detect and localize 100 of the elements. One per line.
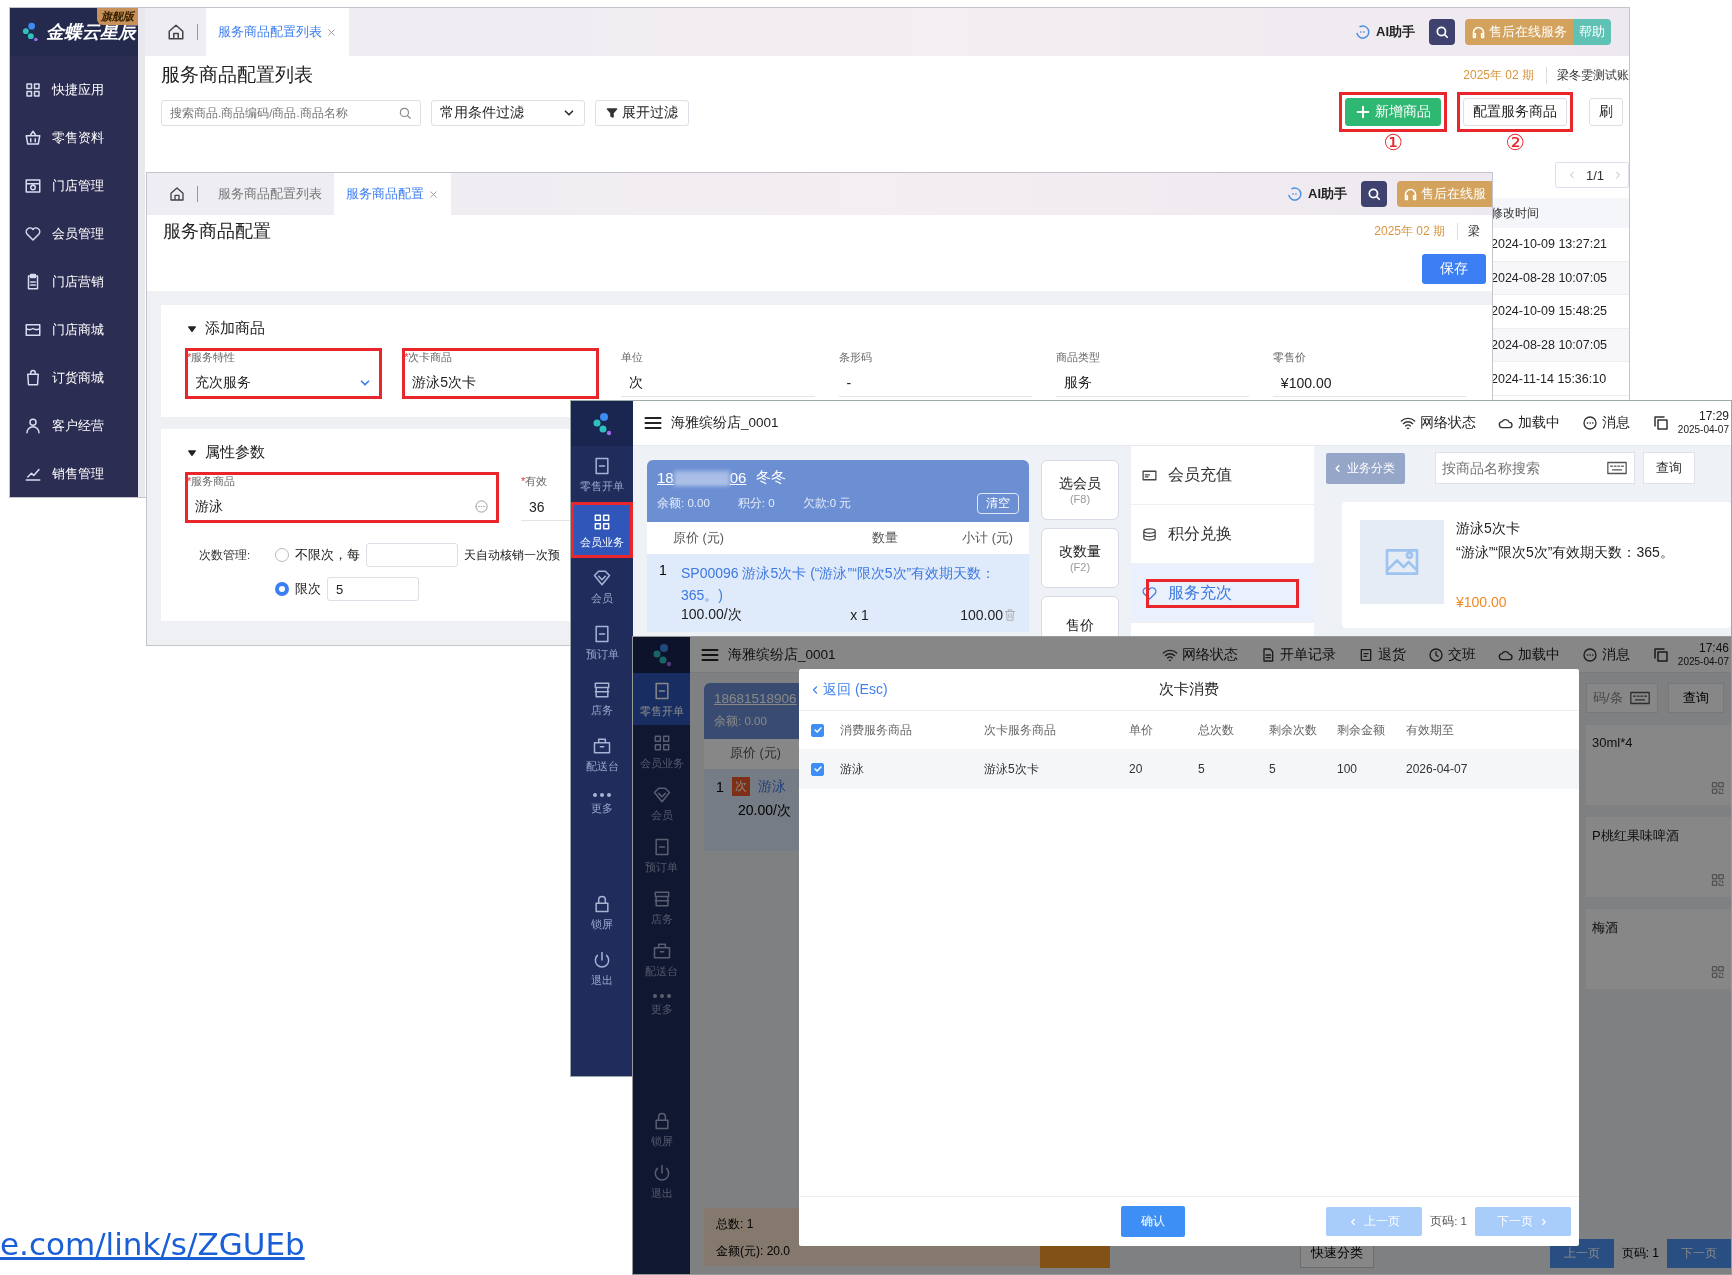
clear-button[interactable]: 清空	[977, 493, 1019, 514]
search-button[interactable]	[1429, 19, 1455, 45]
page-tab[interactable]: 服务商品配置列表	[206, 8, 349, 56]
product-card[interactable]: 30ml*4	[1586, 725, 1731, 805]
home-icon[interactable]	[167, 23, 185, 41]
window-icon[interactable]	[1651, 414, 1670, 432]
action-button[interactable]: 刷	[1589, 98, 1623, 126]
qr-code-icon	[1711, 873, 1725, 887]
checkbox[interactable]	[811, 762, 824, 776]
status-item[interactable]: 加载中	[1497, 645, 1560, 664]
sidebar-item[interactable]: 会员业务	[571, 502, 633, 558]
status-item[interactable]: 消息	[1581, 645, 1630, 664]
back-link[interactable]: 返回 (Esc)	[809, 680, 888, 699]
search-field[interactable]: 按商品名称搜索	[1435, 452, 1635, 484]
status-item[interactable]: 网络状态	[1161, 645, 1238, 664]
select-field[interactable]: 充次服务	[187, 369, 381, 397]
field-value: 游泳5次卡	[412, 373, 476, 392]
sidebar-item[interactable]: 销售管理	[10, 450, 138, 497]
sidebar-item[interactable]: 零售开单	[633, 673, 690, 725]
function-key[interactable]: 改数量 (F2)	[1041, 528, 1119, 588]
close-icon[interactable]	[428, 188, 439, 200]
link[interactable]: e.com/link/s/ZGUEb	[0, 1226, 305, 1262]
triangle-icon[interactable]	[187, 447, 197, 458]
page-tab[interactable]: 服务商品配置列表	[206, 173, 334, 215]
lookup-field[interactable]: 游泳	[187, 493, 497, 521]
expand-filter-button[interactable]: 展开过滤	[595, 100, 689, 126]
confirm-button[interactable]: 确认	[1121, 1206, 1185, 1237]
masked-text	[673, 470, 730, 485]
radio-label: 限次	[295, 580, 321, 598]
assistant-icon	[1354, 23, 1372, 41]
sidebar-item[interactable]: 零售开单	[571, 446, 633, 502]
dots-icon	[651, 993, 672, 999]
product-card[interactable]: 游泳5次卡 “游泳”“限次5次”有效期天数：365。 ¥100.00	[1342, 502, 1731, 628]
query-button[interactable]: 查询	[1667, 683, 1724, 713]
field-label: 条形码	[838, 350, 872, 365]
assistant-link[interactable]: AI助手	[1308, 185, 1347, 203]
menu-item[interactable]: 服务充次	[1131, 564, 1314, 623]
sidebar-item[interactable]: 会员管理	[10, 210, 138, 258]
sidebar-item[interactable]: 快捷应用	[10, 66, 138, 114]
unit-price: 20.00/次	[738, 802, 792, 820]
sidebar-item[interactable]: 订货商城	[10, 354, 138, 402]
pagination[interactable]: 1/1	[1554, 162, 1629, 188]
page-tab[interactable]: 服务商品配置	[334, 173, 451, 215]
checkbox[interactable]	[811, 723, 824, 737]
sidebar-item[interactable]: 客户经营	[10, 402, 138, 450]
window-icon[interactable]	[1651, 645, 1670, 664]
number-input[interactable]: 5	[327, 577, 419, 601]
status-item[interactable]: 加载中	[1497, 414, 1560, 432]
home-icon[interactable]	[169, 186, 185, 202]
balance-label: 余额: 0.00	[657, 496, 710, 511]
shop-icon	[24, 321, 42, 339]
search-field[interactable]: 搜索商品.商品编码/商品.商品名称	[161, 100, 421, 126]
triangle-icon[interactable]	[187, 323, 197, 334]
section-title: 添加商品	[205, 319, 265, 338]
text-input[interactable]: 搜索商品.商品编码/商品.商品名称	[170, 107, 392, 119]
status-item[interactable]: 交班	[1427, 645, 1476, 664]
qr-code-icon	[1711, 965, 1725, 979]
qr-code-icon	[1711, 781, 1725, 795]
plus-icon	[1355, 104, 1371, 120]
status-item[interactable]: 退货	[1357, 645, 1406, 664]
sidebar-item[interactable]: 零售资料	[10, 114, 138, 162]
product-card[interactable]: 梅酒	[1586, 909, 1731, 989]
chat-icon	[1581, 646, 1598, 663]
period-label: 2025年 02 期	[1374, 222, 1445, 240]
action-button[interactable]: 配置服务商品	[1463, 98, 1567, 126]
text-input[interactable]: 5	[336, 581, 410, 597]
close-icon[interactable]	[326, 26, 337, 38]
sidebar-item[interactable]: 门店管理	[10, 162, 138, 210]
cart-item[interactable]: 1 SP00096 游泳5次卡 (“游泳”“限次5次”有效期天数：365。) 100.00/次 x 1 100.00	[647, 554, 1029, 632]
assistant-link[interactable]: AI助手	[1376, 23, 1415, 41]
status-item[interactable]: 网络状态	[1399, 414, 1476, 432]
text-input[interactable]: 按商品名称搜索	[1442, 460, 1602, 476]
total-amount: 金额(元): 20.0	[716, 1243, 791, 1260]
search-button[interactable]	[1361, 181, 1387, 207]
member-phone[interactable]: 06	[729, 469, 747, 486]
menu-item[interactable]: 会员充值	[1131, 446, 1314, 505]
headset-icon	[1471, 24, 1486, 40]
function-key[interactable]: 选会员 (F8)	[1041, 460, 1119, 520]
sidebar-item[interactable]: 退出	[571, 940, 633, 996]
number-input[interactable]	[366, 543, 458, 567]
sidebar-item[interactable]: 锁屏	[571, 884, 633, 940]
period-label: 2025年 02 期	[1463, 66, 1534, 84]
sidebar-item[interactable]: 门店商城	[10, 306, 138, 354]
status-item[interactable]: 消息	[1581, 414, 1630, 432]
sidebar-item[interactable]: 门店营销	[10, 258, 138, 306]
field-label: 单位	[621, 350, 644, 365]
column-header: 剩余金额	[1337, 722, 1386, 738]
status-item[interactable]: 开单记录	[1259, 645, 1336, 664]
radio-button[interactable]	[275, 582, 289, 596]
filter-dropdown[interactable]: 常用条件过滤	[431, 100, 585, 126]
product-card[interactable]: P桃红果味啤酒	[1586, 817, 1731, 897]
save-button[interactable]: 保存	[1422, 254, 1486, 284]
column-header: 原价 (元)	[673, 529, 725, 547]
sidebar-item[interactable]: 配送台	[571, 726, 633, 782]
sidebar-item[interactable]: 更多	[571, 782, 633, 824]
member-phone[interactable]: 18	[657, 469, 674, 486]
sidebar-item[interactable]: 预订单	[571, 614, 633, 670]
sidebar-item[interactable]: 会员	[571, 558, 633, 614]
query-button[interactable]: 查询	[1643, 452, 1695, 484]
sidebar-item[interactable]: 店务	[571, 670, 633, 726]
